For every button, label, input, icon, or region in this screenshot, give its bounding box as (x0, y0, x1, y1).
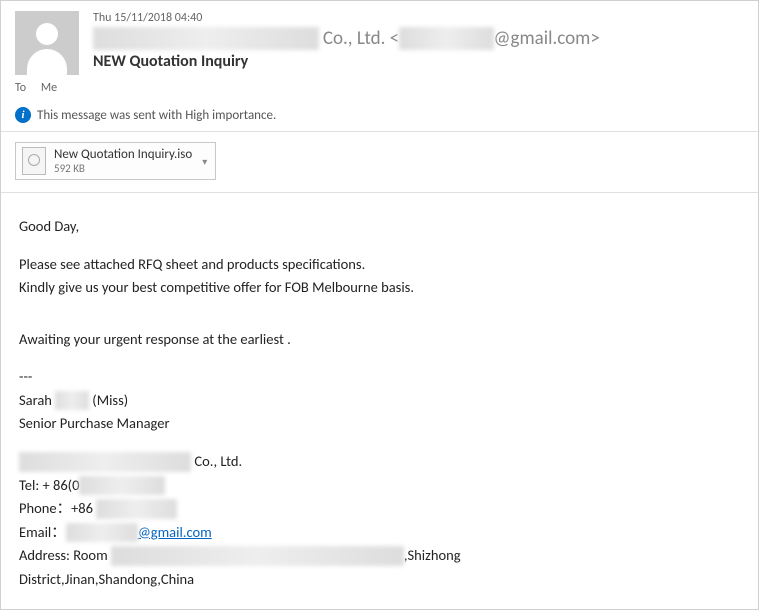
sig-company-redacted: Jinan Derek Laser Technology (19, 452, 191, 472)
attachment-name: New Quotation Inquiry.iso (54, 147, 192, 162)
sig-title: Senior Purchase Manager (19, 414, 740, 434)
recipient-row: To Me (1, 81, 758, 103)
attachment-chip[interactable]: New Quotation Inquiry.iso 592 KB ▾ (15, 142, 216, 180)
sig-tel-line: Tel: + 86(0531)88888888 (19, 476, 740, 496)
email-subject: NEW Quotation Inquiry (93, 52, 744, 71)
sender-name-redacted: Jinan Derek Laser Technology (93, 27, 319, 50)
attachment-text: New Quotation Inquiry.iso 592 KB (54, 147, 192, 175)
sig-tel-redacted: 531)88888888 (79, 476, 164, 496)
body-line-2: Kindly give us your best competitive off… (19, 278, 740, 298)
avatar (15, 11, 79, 75)
to-value: Me (41, 81, 57, 95)
sig-surname-redacted: Wang (55, 391, 89, 411)
sig-email-domain: @gmail.com (138, 523, 212, 541)
email-body: Good Day, Please see attached RFQ sheet … (1, 193, 758, 609)
sig-name-post: (Miss) (89, 391, 128, 409)
sender-company-suffix: Co., Ltd. < (319, 27, 400, 50)
sender-email-suffix: @gmail.com> (494, 27, 600, 50)
sig-email-line: Email：jinand_laser@gmail.com (19, 523, 740, 543)
sig-tel-pre: Tel: + 86(0 (19, 476, 79, 494)
sig-addr-post: ,Shizhong (404, 546, 461, 564)
sig-name-line: Sarah Wang (Miss) (19, 391, 740, 411)
header-text: Thu 15/11/2018 04:40 Jinan Derek Laser T… (93, 11, 744, 75)
sig-addr-redacted: 1401 Building 1 Jiandek Place Yingxiongs… (111, 546, 404, 566)
sig-address-line1: Address: Room 1401 Building 1 Jiandek Pl… (19, 546, 740, 566)
info-icon: i (15, 107, 31, 123)
sender-line: Jinan Derek Laser Technology Co., Ltd. <… (93, 27, 744, 50)
file-iso-icon (22, 147, 46, 175)
body-line-3: Awaiting your urgent response at the ear… (19, 330, 740, 350)
sig-email-label: Email： (19, 523, 66, 541)
sig-email-redacted: jinand_laser (66, 523, 138, 543)
email-header: Thu 15/11/2018 04:40 Jinan Derek Laser T… (1, 1, 758, 81)
sig-addr-pre: Address: Room (19, 546, 111, 564)
body-line-1: Please see attached RFQ sheet and produc… (19, 255, 740, 275)
importance-text: This message was sent with High importan… (37, 108, 276, 123)
sender-email-redacted: jinand_laser (399, 27, 493, 50)
sig-company-line: Jinan Derek Laser Technology Co., Ltd. (19, 452, 740, 472)
sig-company-post: Co., Ltd. (191, 452, 242, 470)
attachment-size: 592 KB (54, 162, 192, 175)
chevron-down-icon[interactable]: ▾ (202, 155, 207, 168)
email-date: Thu 15/11/2018 04:40 (93, 11, 744, 25)
greeting: Good Day, (19, 217, 740, 237)
importance-banner: i This message was sent with High import… (1, 103, 758, 132)
sig-phone-pre: Phone：+86 (19, 499, 96, 517)
sig-phone-redacted: 13888888888 (96, 499, 177, 519)
sig-phone-line: Phone：+86 13888888888 (19, 499, 740, 519)
sig-separator: --- (19, 367, 740, 387)
sig-name-pre: Sarah (19, 391, 55, 409)
sig-address-line2: District,Jinan,Shandong,China (19, 570, 740, 590)
sig-email-link[interactable]: jinand_laser@gmail.com (66, 523, 212, 541)
attachment-area: New Quotation Inquiry.iso 592 KB ▾ (1, 132, 758, 193)
to-label: To (15, 81, 26, 95)
